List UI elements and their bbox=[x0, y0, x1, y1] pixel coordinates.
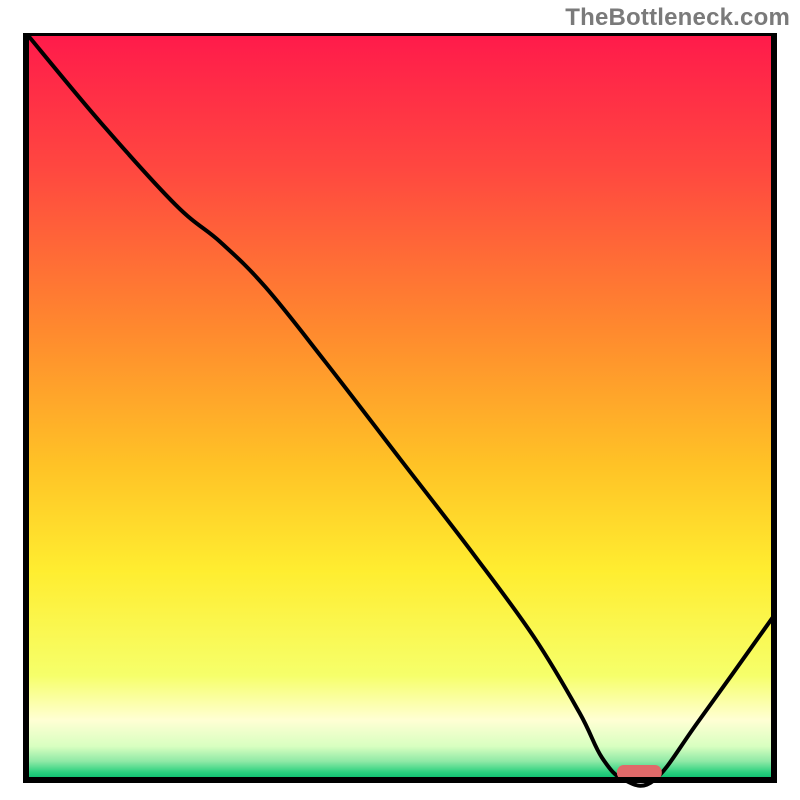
plot-background bbox=[26, 33, 774, 780]
bottleneck-chart bbox=[0, 0, 800, 800]
attribution-text: TheBottleneck.com bbox=[565, 4, 790, 32]
